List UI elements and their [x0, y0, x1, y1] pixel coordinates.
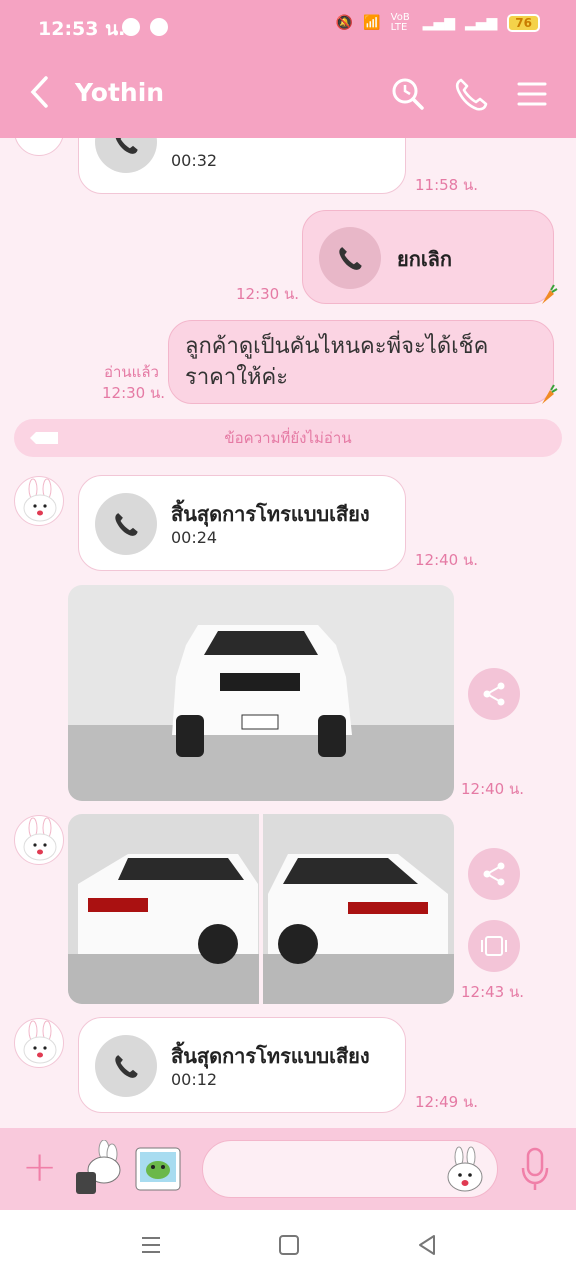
message-time: 12:43 น.	[461, 983, 525, 1001]
tag-icon	[30, 432, 58, 444]
sticker-icon[interactable]	[70, 1139, 122, 1196]
call-duration: 00:12	[171, 1070, 218, 1089]
call-bubble[interactable]: สิ้นสุดการโทรแบบเสียง 00:24	[78, 475, 406, 571]
wifi-icon: 📶	[363, 15, 381, 31]
system-nav-bar	[0, 1210, 576, 1280]
chat-header: Yothin	[0, 52, 576, 138]
album-icon[interactable]	[468, 920, 520, 972]
menu-icon[interactable]	[514, 76, 550, 112]
avatar[interactable]	[14, 815, 64, 865]
volte-label: VoB LTE	[390, 12, 410, 33]
avatar[interactable]	[14, 138, 64, 156]
call-duration: 00:32	[171, 151, 218, 170]
mute-icon: 🔕	[335, 15, 354, 31]
input-bar: +	[0, 1128, 576, 1210]
phone-icon	[319, 227, 381, 289]
cancelled-call-bubble[interactable]: ยกเลิก	[302, 210, 554, 304]
message-time: 11:58 น.	[415, 176, 479, 194]
call-duration: 00:24	[171, 528, 218, 547]
phone-icon	[95, 493, 157, 555]
mic-icon[interactable]	[520, 1146, 550, 1192]
chat-area[interactable]: 00:32 11:58 น. ยกเลิก 12:30 น. ลูกค้าดูเ…	[0, 138, 576, 1128]
battery-indicator: 76	[507, 14, 540, 32]
message-time: 12:30 น.	[102, 384, 166, 402]
message-time: 12:49 น.	[415, 1093, 479, 1111]
status-bar: 12:53 น. 🔕 📶 VoB LTE ▂▄▆ ▂▄▆ 76	[0, 0, 576, 52]
car-photo[interactable]	[68, 585, 454, 801]
avatar[interactable]	[14, 1018, 64, 1068]
photo-album[interactable]	[68, 814, 454, 1004]
message-input[interactable]	[202, 1140, 498, 1198]
chat-title[interactable]: Yothin	[75, 78, 164, 107]
search-icon[interactable]	[390, 76, 426, 112]
message-text: ลูกค้าดูเป็นคันไหนคะพี่จะได้เช็คราคาให้ค…	[185, 334, 489, 390]
phone-icon	[95, 138, 157, 173]
photo-sticker-icon[interactable]	[132, 1140, 184, 1196]
status-indicators: 🔕 📶 VoB LTE ▂▄▆ ▂▄▆ 76	[336, 13, 540, 33]
recent-apps-icon[interactable]	[138, 1232, 164, 1258]
back-nav-icon[interactable]	[414, 1232, 440, 1258]
emoji-icon[interactable]	[441, 1145, 489, 1195]
home-icon[interactable]	[276, 1232, 302, 1258]
phone-icon	[95, 1035, 157, 1097]
call-title: สิ้นสุดการโทรแบบเสียง	[171, 502, 370, 526]
cancel-call-label: ยกเลิก	[397, 247, 453, 271]
status-time: 12:53 น.	[38, 18, 126, 40]
message-time: 12:30 น.	[236, 285, 300, 303]
message-time: 12:40 น.	[415, 551, 479, 569]
line-notification-icon	[122, 18, 140, 36]
avatar[interactable]	[14, 476, 64, 526]
signal-icon: ▂▄▆	[422, 15, 455, 31]
call-bubble[interactable]: สิ้นสุดการโทรแบบเสียง 00:12	[78, 1017, 406, 1113]
phone-icon[interactable]	[453, 76, 489, 112]
signal-icon-2: ▂▄▆	[464, 15, 498, 31]
share-icon[interactable]	[468, 848, 520, 900]
share-icon[interactable]	[468, 668, 520, 720]
back-icon[interactable]	[28, 74, 50, 118]
plus-icon[interactable]: +	[22, 1142, 57, 1191]
call-title: สิ้นสุดการโทรแบบเสียง	[171, 1044, 370, 1068]
unread-divider: ข้อความที่ยังไม่อ่าน	[14, 419, 562, 457]
unread-divider-label: ข้อความที่ยังไม่อ่าน	[224, 429, 352, 447]
text-message-bubble[interactable]: ลูกค้าดูเป็นคันไหนคะพี่จะได้เช็คราคาให้ค…	[168, 320, 554, 404]
call-bubble-partial[interactable]: 00:32	[78, 138, 406, 194]
carrot-icon	[542, 384, 558, 404]
message-time: 12:40 น.	[461, 780, 525, 798]
messenger-notification-icon	[150, 18, 168, 36]
carrot-icon	[542, 284, 558, 304]
